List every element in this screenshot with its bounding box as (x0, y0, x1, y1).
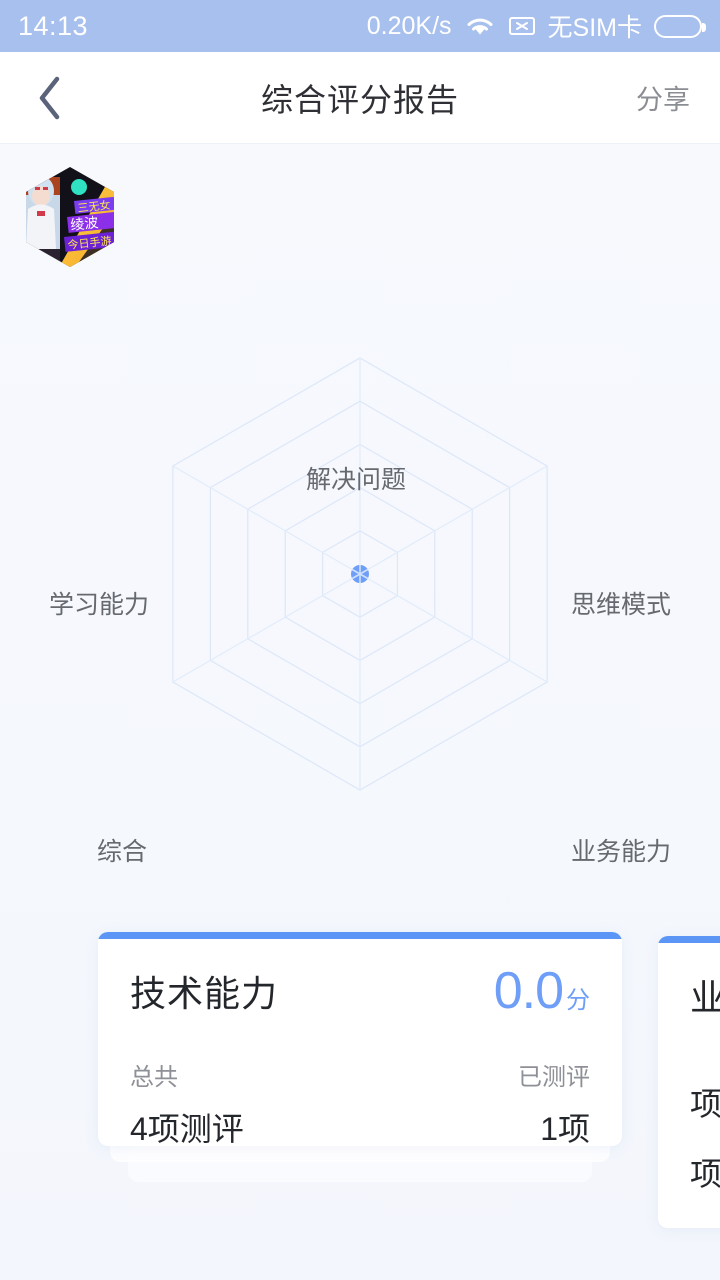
card-title: 技术能力 (130, 973, 279, 1014)
card-label-row: 总共 已测评 (130, 1057, 590, 1092)
card-accent-bar (98, 932, 622, 939)
score-card-next[interactable]: 业务能力 项 项 (658, 936, 720, 1228)
radar-spoke-2 (359, 573, 548, 683)
card-total-value-next: 项 (690, 1086, 720, 1122)
radar-spoke-4 (172, 573, 361, 683)
share-button[interactable]: 分享 (636, 52, 720, 144)
card-done-value-next: 项 (690, 1156, 720, 1192)
radar-chart[interactable]: 解决问题 思维模式 业务能力 技术能力 综合 学习能力 (0, 144, 720, 988)
page-title: 综合评分报告 (260, 81, 459, 118)
card-accent-bar-next (658, 936, 720, 943)
card-total-label: 总共 (130, 1064, 178, 1091)
radar-label-5[interactable]: 学习能力 (49, 585, 149, 621)
card-done-row-next: 项 (690, 1149, 720, 1195)
score-card-primary[interactable]: 技术能力 0.0 分 总共 已测评 4项测评 1项 (98, 932, 622, 1146)
card-done-label: 已测评 (518, 1064, 590, 1091)
signal-x-icon (508, 14, 536, 38)
radar-series (351, 565, 369, 583)
card-title-next: 业务能力 (690, 977, 720, 1018)
card-total-value: 4项测评 (130, 1111, 244, 1146)
radar-chart-svg (172, 357, 548, 791)
radar-label-1[interactable]: 思维模式 (571, 585, 671, 621)
radar-label-0[interactable]: 解决问题 (306, 460, 406, 496)
network-speed-text: 0.20K/s (366, 11, 452, 40)
battery-icon (654, 14, 706, 38)
back-button[interactable] (0, 52, 100, 144)
score-card-carousel[interactable]: 技术能力 0.0 分 总共 已测评 4项测评 1项 业 项 项 (0, 914, 720, 1280)
card-body-next: 业务能力 项 项 (658, 943, 720, 1225)
card-header-row: 技术能力 0.0 分 (130, 965, 590, 1017)
card-header-row-next: 业务能力 (690, 969, 720, 1021)
card-done-value: 1项 (540, 1111, 590, 1146)
sim-status-text: 无SIM卡 (547, 14, 642, 42)
status-indicators: 0.20K/s 无SIM卡 (366, 8, 706, 44)
nav-bar: 综合评分报告 分享 (0, 52, 720, 144)
app-screen: 14:13 0.20K/s 无SIM卡 综合评分报告 分享 三无女 绫波 今日手… (0, 0, 720, 1280)
report-content: 三无女 绫波 今日手游 解决问题 思维模式 业务能力 技术能力 综合 学习能力 (0, 144, 720, 1280)
card-value-row: 4项测评 1项 (130, 1104, 590, 1146)
card-value-row-next: 项 (690, 1079, 720, 1125)
radar-label-4[interactable]: 综合 (97, 832, 147, 868)
card-score-value: 0.0 (493, 962, 564, 1020)
radar-label-2[interactable]: 业务能力 (571, 832, 671, 868)
card-score: 0.0 分 (494, 965, 590, 1017)
status-time: 14:13 (18, 10, 89, 41)
status-bar: 14:13 0.20K/s 无SIM卡 (0, 0, 720, 52)
card-body: 技术能力 0.0 分 总共 已测评 4项测评 1项 (98, 939, 622, 1146)
back-chevron-icon (39, 76, 60, 119)
card-score-unit: 分 (566, 987, 590, 1014)
wifi-icon (464, 14, 496, 38)
